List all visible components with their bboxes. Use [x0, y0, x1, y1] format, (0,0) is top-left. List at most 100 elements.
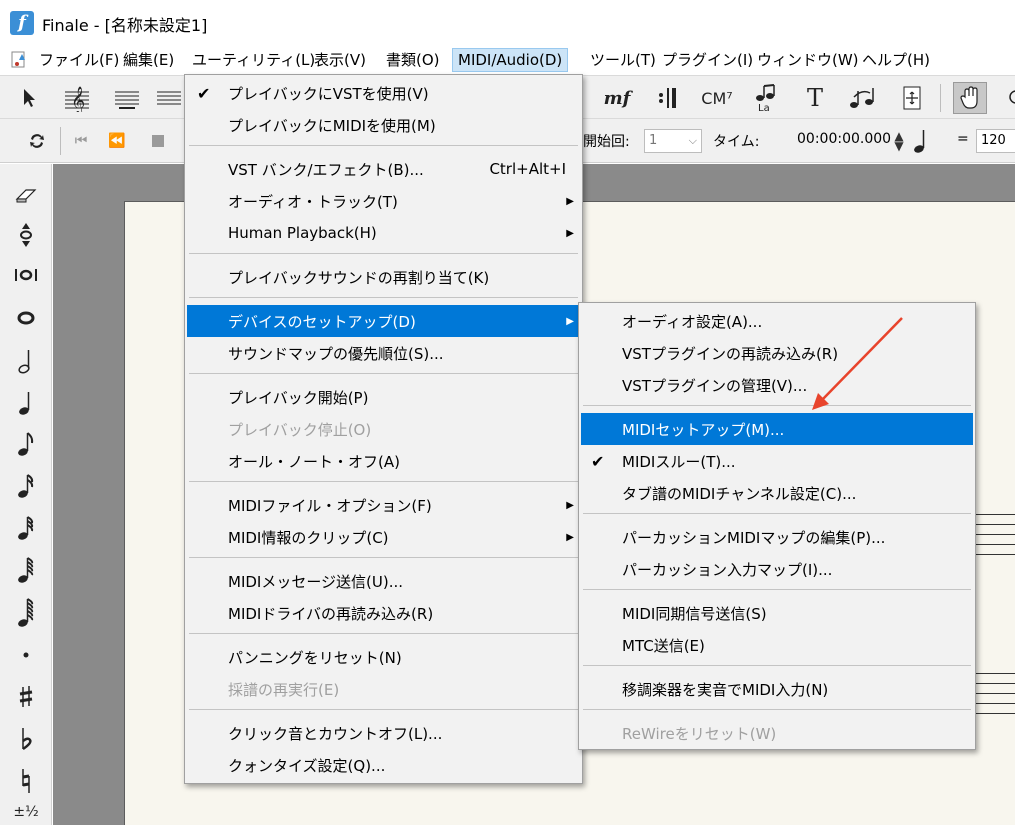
staff-line: [975, 713, 1015, 714]
half-step-adjust-label[interactable]: ±½: [9, 804, 43, 825]
stop-icon[interactable]: [145, 129, 171, 153]
toolbar-divider: [60, 127, 61, 155]
finale-logo-icon: f: [10, 11, 34, 35]
menu-item-human-playback[interactable]: Human Playback(H) ▶: [187, 217, 580, 249]
menu-item-click-countoff[interactable]: クリック音とカウントオフ(L)...: [187, 717, 580, 749]
menu-item-reassign-sounds[interactable]: プレイバックサウンドの再割り当て(K): [187, 261, 580, 293]
document-icon[interactable]: [10, 50, 30, 70]
menu-item-label: タブ譜のMIDIチャンネル設定(C)...: [622, 484, 857, 503]
menu-item-midi-clip[interactable]: MIDI情報のクリップ(C) ▶: [187, 521, 580, 553]
staff-line: [975, 703, 1015, 704]
menu-item-label: 移調楽器を実音でMIDI入力(N): [622, 680, 829, 699]
menu-item-label: クリック音とカウントオフ(L)...: [228, 724, 443, 743]
text-tool-icon[interactable]: T: [798, 82, 832, 114]
sixteenth-note-icon[interactable]: [9, 469, 43, 503]
window-title: Finale - [名称未設定1]: [42, 16, 208, 35]
menu-item-send-midi-message[interactable]: MIDIメッセージ送信(U)...: [187, 565, 580, 597]
menu-item-manage-vst[interactable]: VSTプラグインの管理(V)...: [581, 369, 973, 401]
menu-item-quantization[interactable]: クォンタイズ設定(Q)...: [187, 749, 580, 781]
rewind-to-start-icon[interactable]: ⏮: [68, 129, 94, 153]
midi-audio-menu: ✔ プレイバックにVSTを使用(V) プレイバックにMIDIを使用(M) VST…: [184, 74, 583, 784]
menu-item-label: MTC送信(E): [622, 636, 705, 655]
staff-line: [975, 524, 1015, 525]
menu-item-soundmap-priority[interactable]: サウンドマップの優先順位(S)...: [187, 337, 580, 369]
menu-item-reset-panning[interactable]: パンニングをリセット(N): [187, 641, 580, 673]
menu-separator: [189, 481, 578, 482]
menu-bar: ファイル(F) 編集(E) ユーティリティ(L) 表示(V) 書類(O) MID…: [0, 44, 1015, 75]
64th-note-icon[interactable]: [9, 553, 43, 587]
chord-tool-icon[interactable]: CM⁷: [700, 82, 734, 114]
menu-midi-audio[interactable]: MIDI/Audio(D): [452, 48, 569, 72]
eighth-note-icon[interactable]: [9, 427, 43, 461]
menu-item-send-mtc[interactable]: MTC送信(E): [581, 629, 973, 661]
dot-icon[interactable]: [9, 638, 43, 672]
menu-item-send-midi-sync[interactable]: MIDI同期信号送信(S): [581, 597, 973, 629]
zoom-tool-icon[interactable]: [1000, 82, 1015, 114]
selection-tool-icon[interactable]: [12, 82, 46, 114]
rewind-icon[interactable]: ⏪: [104, 129, 130, 153]
natural-icon[interactable]: [9, 764, 43, 798]
tempo-input[interactable]: 120: [976, 129, 1015, 153]
start-measure-select[interactable]: 1 ⌵: [644, 129, 702, 153]
quarter-note-icon[interactable]: [908, 127, 934, 155]
half-step-icon[interactable]: [9, 218, 43, 252]
menu-item-play[interactable]: プレイバック開始(P): [187, 381, 580, 413]
menu-document[interactable]: 書類(O): [381, 48, 445, 72]
menu-item-audio-setup[interactable]: オーディオ設定(A)...: [581, 305, 973, 337]
tempo-equals: =: [957, 131, 969, 147]
submenu-arrow-icon: ▶: [566, 227, 574, 239]
tuplet-icon[interactable]: [9, 258, 43, 292]
expression-tool-icon[interactable]: mf: [600, 82, 634, 114]
tempo-unit-stepper-icon[interactable]: ▲ ▼: [892, 129, 906, 153]
menu-separator: [583, 665, 971, 666]
menu-utilities[interactable]: ユーティリティ(L): [187, 48, 320, 72]
time-signature-tool-icon[interactable]: [152, 82, 186, 114]
menu-item-reload-vst[interactable]: VSTプラグインの再読み込み(R): [581, 337, 973, 369]
staff-tool-icon[interactable]: 𝄞: [60, 82, 94, 114]
half-note-icon[interactable]: [9, 344, 43, 378]
menu-help[interactable]: ヘルプ(H): [857, 48, 935, 72]
menu-item-tab-midi-channel[interactable]: タブ譜のMIDIチャンネル設定(C)...: [581, 477, 973, 509]
submenu-arrow-icon: ▶: [566, 195, 574, 207]
menu-plugins[interactable]: プラグイン(I): [657, 48, 758, 72]
quarter-note-icon[interactable]: [9, 386, 43, 420]
128th-note-icon[interactable]: [9, 596, 43, 630]
menu-item-vst-bank[interactable]: VST バンク/エフェクト(B)... Ctrl+Alt+I: [187, 153, 580, 185]
menu-item-midi-setup[interactable]: MIDIセットアップ(M)...: [581, 413, 973, 445]
whole-note-icon[interactable]: [9, 301, 43, 335]
menu-file[interactable]: ファイル(F): [34, 48, 124, 72]
menu-separator: [189, 145, 578, 146]
loop-icon[interactable]: [20, 125, 54, 157]
lyrics-tool-icon[interactable]: La: [748, 82, 782, 114]
menu-item-device-setup[interactable]: デバイスのセットアップ(D) ▶: [187, 305, 580, 337]
menu-item-midi-file-options[interactable]: MIDIファイル・オプション(F) ▶: [187, 489, 580, 521]
menu-item-midi-thru[interactable]: ✔ MIDIスルー(T)...: [581, 445, 973, 477]
eraser-icon[interactable]: [9, 178, 43, 212]
menu-item-edit-percussion-map[interactable]: パーカッションMIDIマップの編集(P)...: [581, 521, 973, 553]
menu-item-use-midi[interactable]: プレイバックにMIDIを使用(M): [187, 109, 580, 141]
key-signature-tool-icon[interactable]: [110, 82, 144, 114]
menu-view[interactable]: 表示(V): [309, 48, 371, 72]
menu-window[interactable]: ウィンドウ(W): [752, 48, 864, 72]
menu-item-reload-midi-driver[interactable]: MIDIドライバの再読み込み(R): [187, 597, 580, 629]
measure-tool-icon[interactable]: [895, 82, 929, 114]
menu-item-audio-track[interactable]: オーディオ・トラック(T) ▶: [187, 185, 580, 217]
menu-item-percussion-input-map[interactable]: パーカッション入力マップ(I)...: [581, 553, 973, 585]
sharp-icon[interactable]: [9, 680, 43, 714]
menu-item-label: プレイバックにMIDIを使用(M): [228, 116, 436, 135]
flat-icon[interactable]: [9, 722, 43, 756]
32nd-note-icon[interactable]: [9, 511, 43, 545]
menu-item-label: プレイバックサウンドの再割り当て(K): [228, 268, 490, 287]
menu-item-all-notes-off[interactable]: オール・ノート・オフ(A): [187, 445, 580, 477]
menu-item-label: MIDI同期信号送信(S): [622, 604, 767, 623]
staff-line: [975, 673, 1015, 674]
hand-grabber-tool-icon[interactable]: [953, 82, 987, 114]
menu-item-transposing-midi-input[interactable]: 移調楽器を実音でMIDI入力(N): [581, 673, 973, 705]
menu-item-label: VSTプラグインの再読み込み(R): [622, 344, 839, 363]
staff-line: [975, 683, 1015, 684]
menu-item-use-vst[interactable]: ✔ プレイバックにVSTを使用(V): [187, 77, 580, 109]
menu-tools[interactable]: ツール(T): [585, 48, 661, 72]
menu-edit[interactable]: 編集(E): [118, 48, 179, 72]
smart-shape-tool-icon[interactable]: [845, 82, 879, 114]
repeat-tool-icon[interactable]: [650, 82, 684, 114]
